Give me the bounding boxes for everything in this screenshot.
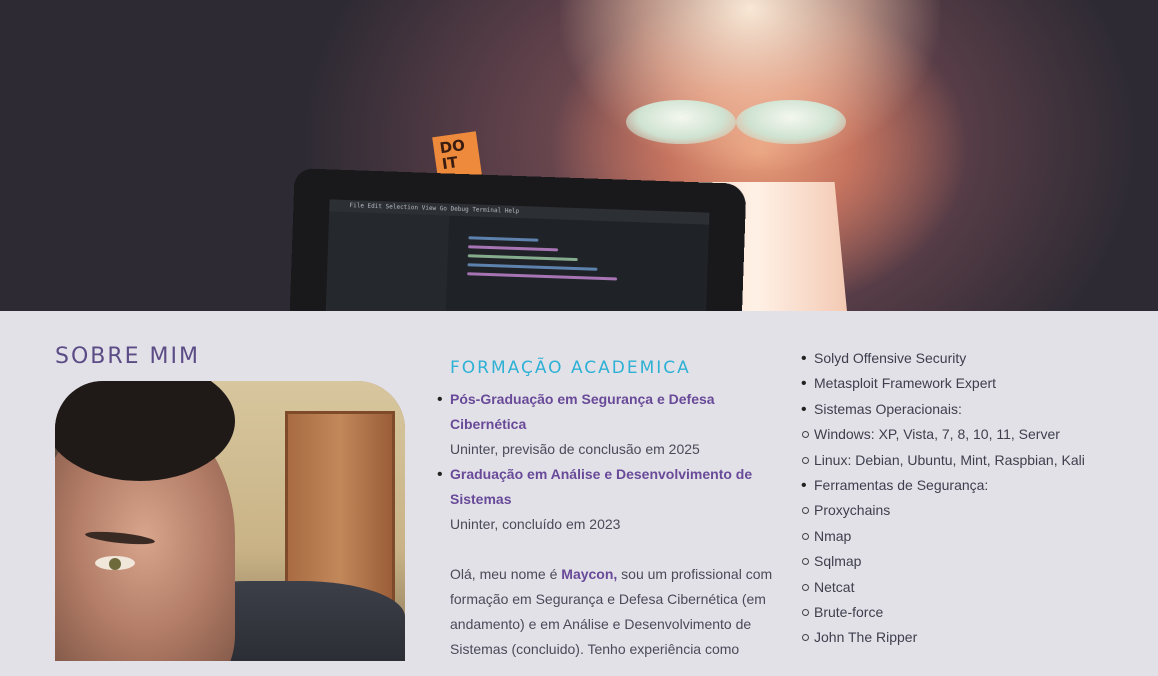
about-title: SOBRE MIM	[55, 344, 201, 369]
bio-name: Maycon,	[561, 566, 618, 582]
skill-category-item: Ferramentas de Segurança:	[801, 473, 1134, 499]
skill-category-item: Sistemas Operacionais:	[801, 397, 1134, 423]
education-title: FORMAÇÃO ACADEMICA	[450, 358, 691, 378]
lamp-bulb-right	[736, 100, 846, 144]
bio-paragraph: Olá, meu nome é Maycon, sou um profissio…	[450, 562, 780, 662]
skill-subitem: Windows: XP, Vista, 7, 8, 10, 11, Server	[802, 422, 1134, 447]
education-list: Pós-Graduação em Segurança e Defesa Cibe…	[437, 387, 780, 537]
laptop: File Edit Selection View Go Debug Termin…	[289, 168, 747, 311]
skill-subitem: Brute-force	[802, 600, 1134, 625]
skills-list: Solyd Offensive SecurityMetasploit Frame…	[801, 346, 1134, 651]
skill-category-item: Solyd Offensive Security	[801, 346, 1134, 372]
lamp-light	[560, 0, 940, 170]
hero-banner-image: DO IT File Edit Selection View Go Debug …	[0, 0, 1158, 311]
skill-subitem: Nmap	[802, 524, 1134, 549]
education-item: Pós-Graduação em Segurança e Defesa Cibe…	[437, 387, 780, 462]
lamp-bulb-left	[626, 100, 736, 144]
degree-detail: Uninter, concluído em 2023	[450, 516, 621, 532]
bio-prefix: Olá, meu nome é	[450, 566, 562, 582]
skill-subitem: Proxychains	[802, 498, 1134, 523]
education-section: FORMAÇÃO ACADEMICA Pós-Graduação em Segu…	[437, 358, 780, 676]
editor-explorer-panel	[325, 211, 450, 311]
skill-subitem: Netcat	[802, 575, 1134, 600]
skills-section: Solyd Offensive SecurityMetasploit Frame…	[801, 346, 1134, 651]
degree-detail: Uninter, previsão de conclusão em 2025	[450, 441, 700, 457]
profile-photo	[55, 381, 405, 661]
degree-title: Graduação em Análise e Desenvolvimento d…	[450, 466, 753, 507]
skill-subitem: Linux: Debian, Ubuntu, Mint, Raspbian, K…	[802, 448, 1134, 473]
skill-subitem: John The Ripper	[802, 625, 1134, 650]
degree-title: Pós-Graduação em Segurança e Defesa Cibe…	[450, 391, 715, 432]
education-item: Graduação em Análise e Desenvolvimento d…	[437, 462, 780, 537]
skill-category-item: Metasploit Framework Expert	[801, 371, 1134, 397]
skill-subitem: Sqlmap	[802, 549, 1134, 574]
laptop-screen: File Edit Selection View Go Debug Termin…	[325, 199, 710, 311]
about-section: SOBRE MIM	[55, 344, 405, 369]
